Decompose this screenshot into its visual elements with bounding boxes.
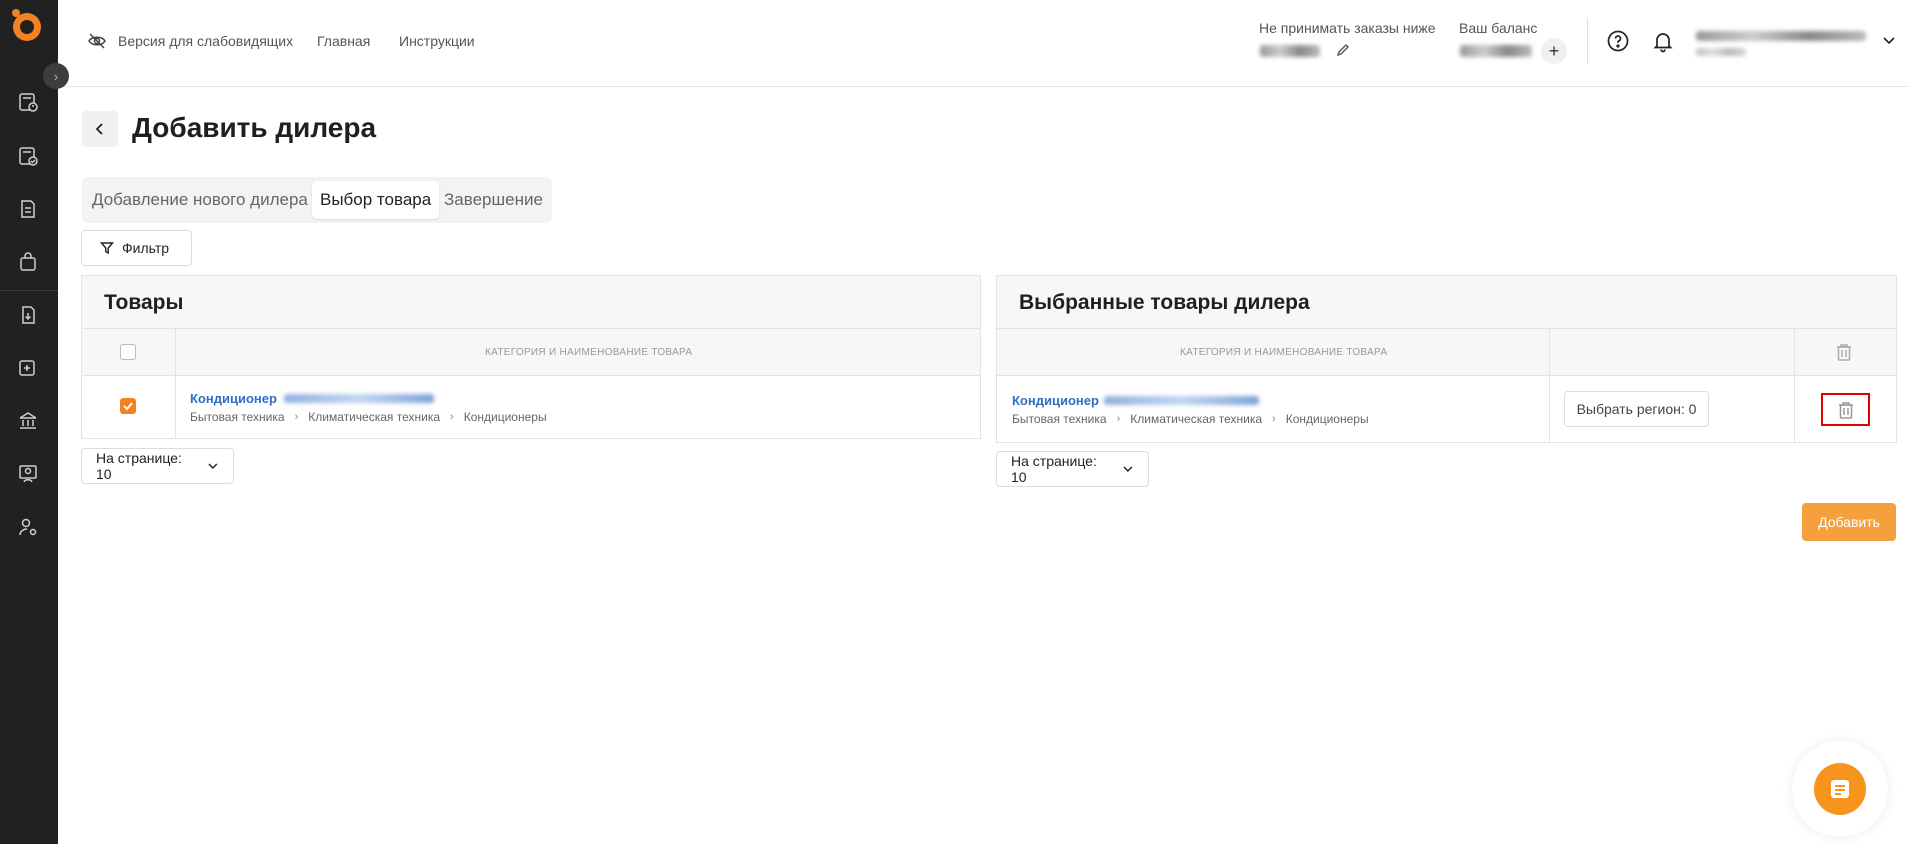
filter-icon — [100, 242, 114, 255]
user-settings-icon[interactable] — [15, 514, 41, 540]
document-icon[interactable] — [15, 196, 41, 222]
delete-row-button[interactable] — [1821, 393, 1870, 426]
products-panel-title: Товары — [82, 276, 980, 329]
chevron-right-icon: › — [294, 411, 299, 423]
user-role — [1696, 48, 1746, 56]
products-column-header: Категория и наименование товара — [485, 347, 693, 358]
eye-off-icon — [88, 33, 106, 49]
logo — [9, 7, 45, 43]
products-table-header: Категория и наименование товара — [82, 329, 980, 376]
product-name-link[interactable]: Кондиционер — [190, 391, 277, 406]
chevron-down-icon — [1123, 466, 1133, 473]
product-model-blurred — [284, 394, 434, 403]
filter-button[interactable]: Фильтр — [81, 230, 192, 266]
balance-label: Ваш баланс — [1459, 20, 1538, 36]
selected-column-header: Категория и наименование товара — [1180, 347, 1388, 358]
products-panel: Товары Категория и наименование товара К… — [81, 275, 981, 439]
products-per-page-select[interactable]: На странице: 10 — [81, 448, 234, 484]
download-doc-icon[interactable] — [15, 302, 41, 328]
select-all-checkbox[interactable] — [120, 344, 136, 360]
shopping-bag-icon[interactable] — [15, 249, 41, 275]
selected-products-panel: Выбранные товары дилера Категория и наим… — [996, 275, 1897, 443]
min-order-value — [1260, 45, 1320, 57]
crumb-climate: Климатическая техника — [308, 410, 441, 424]
sidebar — [0, 0, 58, 844]
help-icon[interactable] — [1606, 29, 1630, 53]
product-breadcrumb: Бытовая техника › Климатическая техника … — [190, 410, 547, 424]
header: Версия для слабовидящих Главная Инструкц… — [58, 0, 1908, 87]
tab-product-selection[interactable]: Выбор товара — [312, 181, 440, 219]
back-button[interactable] — [82, 111, 118, 147]
notifications-bell-icon[interactable] — [1651, 29, 1675, 53]
instructions-link[interactable]: Инструкции — [399, 33, 475, 49]
selected-product-breadcrumb: Бытовая техника › Климатическая техника … — [1012, 412, 1369, 426]
chevron-left-icon — [95, 123, 103, 135]
selected-product-model-blurred — [1104, 396, 1259, 405]
table-row: Кондиционер Бытовая техника › Климатичес… — [82, 376, 980, 438]
home-link[interactable]: Главная — [317, 33, 370, 49]
min-order-label: Не принимать заказы ниже — [1259, 20, 1436, 36]
chevron-right-icon: › — [1116, 413, 1121, 425]
tab-add-new-dealer[interactable]: Добавление нового дилера — [84, 181, 316, 219]
page-title: Добавить дилера — [132, 112, 377, 143]
trash-icon — [1838, 401, 1853, 419]
chat-widget — [1792, 741, 1888, 837]
crumb-home-appliances: Бытовая техника — [1012, 412, 1107, 426]
check-icon — [123, 402, 133, 411]
sidebar-expand-button[interactable]: › — [43, 63, 69, 89]
bank-icon[interactable] — [15, 408, 41, 434]
selected-per-page-select[interactable]: На странице: 10 — [996, 451, 1149, 487]
chevron-right-icon: › — [1272, 413, 1276, 425]
tab-completion[interactable]: Завершение — [436, 181, 551, 219]
selected-panel-title: Выбранные товары дилера — [997, 276, 1896, 329]
selected-product-name-link[interactable]: Кондиционер — [1012, 393, 1099, 408]
selected-per-page-label: На странице: 10 — [1011, 453, 1097, 485]
products-per-page-label: На странице: 10 — [96, 450, 182, 482]
table-row: Кондиционер Бытовая техника › Климатичес… — [997, 376, 1896, 442]
accessibility-link[interactable]: Версия для слабовидящих — [118, 33, 293, 49]
crumb-climate: Климатическая техника — [1130, 412, 1263, 426]
message-icon — [1831, 780, 1849, 798]
select-region-button[interactable]: Выбрать регион: 0 — [1564, 391, 1709, 427]
crumb-conditioners: Кондиционеры — [1285, 412, 1369, 426]
chevron-down-icon[interactable] — [1882, 34, 1896, 48]
stepper-tabs: Добавление нового дилера Выбор товара За… — [82, 177, 552, 223]
filter-label: Фильтр — [122, 240, 170, 256]
crumb-home-appliances: Бытовая техника — [190, 410, 285, 424]
chat-button[interactable] — [1814, 763, 1866, 815]
chevron-right-icon: › — [450, 411, 454, 423]
crumb-conditioners: Кондиционеры — [463, 410, 547, 424]
top-up-balance-button[interactable]: + — [1541, 38, 1567, 64]
dealers-icon[interactable] — [15, 461, 41, 487]
orders-check-icon[interactable] — [15, 143, 41, 169]
selected-table-header: Категория и наименование товара — [997, 329, 1896, 376]
balance-value — [1460, 45, 1532, 57]
chevron-down-icon — [208, 463, 218, 470]
user-name[interactable] — [1696, 31, 1866, 41]
delete-all-trash-icon[interactable] — [1833, 341, 1855, 363]
add-product-icon[interactable] — [15, 355, 41, 381]
orders-icon[interactable] — [15, 89, 41, 115]
add-button[interactable]: Добавить — [1802, 503, 1896, 541]
row-checkbox[interactable] — [120, 398, 136, 414]
edit-icon[interactable] — [1335, 42, 1351, 58]
